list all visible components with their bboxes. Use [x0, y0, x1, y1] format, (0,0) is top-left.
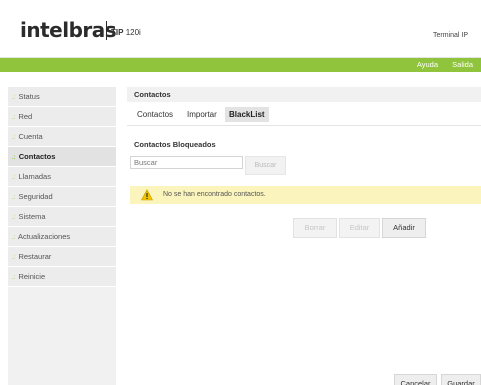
- sidebar-item-label: Reinicie: [18, 272, 46, 281]
- sidebar-item-label: Llamadas: [18, 172, 51, 181]
- blocked-contacts-title: Contactos Bloqueados: [134, 140, 216, 149]
- cancel-button[interactable]: Cancelar: [394, 374, 437, 385]
- sidebar-item-restaurar[interactable]: .: Restaurar: [8, 247, 116, 267]
- bullet-icon: .:: [12, 175, 16, 181]
- sidebar-item-label: Contactos: [18, 152, 56, 161]
- bullet-icon: .:: [12, 195, 16, 201]
- search-button[interactable]: Buscar: [245, 156, 286, 175]
- logo-separator: [106, 21, 107, 40]
- help-link[interactable]: Ayuda: [417, 60, 438, 69]
- bullet-icon: .:: [12, 235, 16, 241]
- notice-text: No se han encontrado contactos.: [163, 191, 266, 198]
- sidebar-item-label: Sistema: [18, 212, 46, 221]
- sidebar-item-sistema[interactable]: .: Sistema: [8, 207, 116, 227]
- bullet-icon: .:: [12, 95, 16, 101]
- sidebar-item-llamadas[interactable]: .: Llamadas: [8, 167, 116, 187]
- empty-notice: No se han encontrado contactos.: [130, 186, 481, 204]
- warning-icon: [141, 189, 153, 201]
- brand-logo: intelbras: [20, 18, 117, 42]
- model-number: 120i: [125, 28, 141, 37]
- top-nav-bar: Ayuda Salida: [0, 58, 481, 72]
- model-name: TIP 120i: [111, 28, 141, 37]
- bullet-icon: .:: [12, 275, 16, 281]
- tab-blacklist[interactable]: BlackList: [225, 107, 269, 122]
- search-input[interactable]: [130, 156, 243, 169]
- bullet-icon: .:: [12, 215, 16, 221]
- sidebar-item-contactos[interactable]: .: Contactos: [8, 147, 116, 167]
- logout-link[interactable]: Salida: [452, 60, 473, 69]
- sidebar-item-label: Cuenta: [18, 132, 43, 141]
- page-title: Contactos: [127, 87, 481, 102]
- sidebar-item-reinicie[interactable]: .: Reinicie: [8, 267, 116, 287]
- add-button[interactable]: Añadir: [382, 218, 426, 238]
- sidebar-item-label: Seguridad: [18, 192, 53, 201]
- main-panel: Contactos Contactos Importar BlackList C…: [127, 87, 481, 385]
- sidebar-item-label: Actualizaciones: [18, 232, 71, 241]
- sidebar-item-label: Red: [18, 112, 33, 121]
- edit-button[interactable]: Editar: [339, 218, 380, 238]
- sidebar-item-label: Restaurar: [18, 252, 52, 261]
- model-prefix: TIP: [111, 28, 124, 37]
- sidebar-item-status[interactable]: .: Status: [8, 87, 116, 107]
- tab-divider: [127, 125, 481, 126]
- bullet-icon: .:: [12, 115, 16, 121]
- delete-button[interactable]: Borrar: [293, 218, 337, 238]
- bullet-icon: .:: [12, 135, 16, 141]
- sidebar-item-cuenta[interactable]: .: Cuenta: [8, 127, 116, 147]
- sidebar-item-red[interactable]: .: Red: [8, 107, 116, 127]
- save-button[interactable]: Guardar: [441, 374, 481, 385]
- sidebar: .: Status .: Red .: Cuenta .: Contactos …: [8, 87, 116, 385]
- sidebar-item-seguridad[interactable]: .: Seguridad: [8, 187, 116, 207]
- tab-importar[interactable]: Importar: [183, 107, 221, 122]
- sidebar-item-actualizaciones[interactable]: .: Actualizaciones: [8, 227, 116, 247]
- header: intelbras TIP 120i Terminal IP: [0, 0, 481, 58]
- bullet-icon: .:: [12, 255, 16, 261]
- bullet-icon: .:: [12, 155, 16, 161]
- tab-contactos[interactable]: Contactos: [133, 107, 177, 122]
- sidebar-item-label: Status: [18, 92, 40, 101]
- device-label: Terminal IP: [432, 32, 468, 39]
